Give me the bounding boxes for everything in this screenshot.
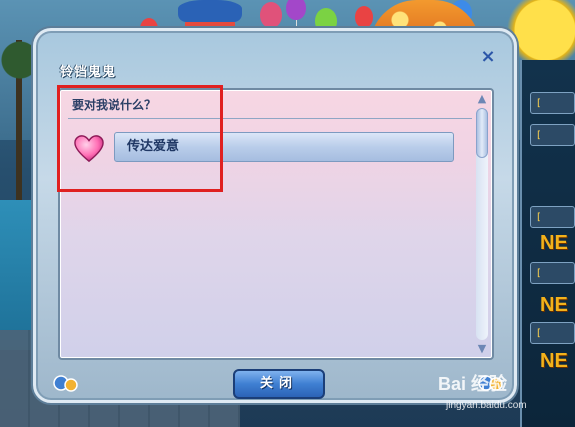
balloon-icon bbox=[260, 2, 282, 42]
side-tag: [ bbox=[530, 262, 575, 284]
dialog-title: 铃铛鬼鬼 bbox=[60, 65, 117, 80]
side-tag: [ bbox=[530, 92, 575, 114]
scroll-up-arrow-icon[interactable]: ▲ bbox=[474, 92, 490, 106]
balloon-icon bbox=[355, 6, 373, 42]
paw-icon bbox=[53, 375, 78, 392]
watermark-logo: Bai 经验 bbox=[438, 374, 508, 394]
new-badge: NE bbox=[540, 232, 568, 254]
close-icon[interactable]: × bbox=[478, 47, 498, 67]
scrollbar-thumb[interactable] bbox=[476, 108, 488, 158]
scroll-down-arrow-icon[interactable]: ▼ bbox=[474, 342, 490, 356]
balloon-icon bbox=[286, 0, 306, 34]
side-tag: [ bbox=[530, 124, 575, 146]
annotation-highlight-box bbox=[57, 85, 223, 192]
new-badge: NE bbox=[540, 350, 568, 372]
npc-hat bbox=[178, 0, 242, 22]
new-badge: NE bbox=[540, 294, 568, 316]
close-button[interactable]: 关闭 bbox=[233, 369, 325, 399]
watermark-url: jingyan.baidu.com bbox=[446, 400, 527, 411]
side-tag: [ bbox=[530, 206, 575, 228]
side-tag: [ bbox=[530, 322, 575, 344]
